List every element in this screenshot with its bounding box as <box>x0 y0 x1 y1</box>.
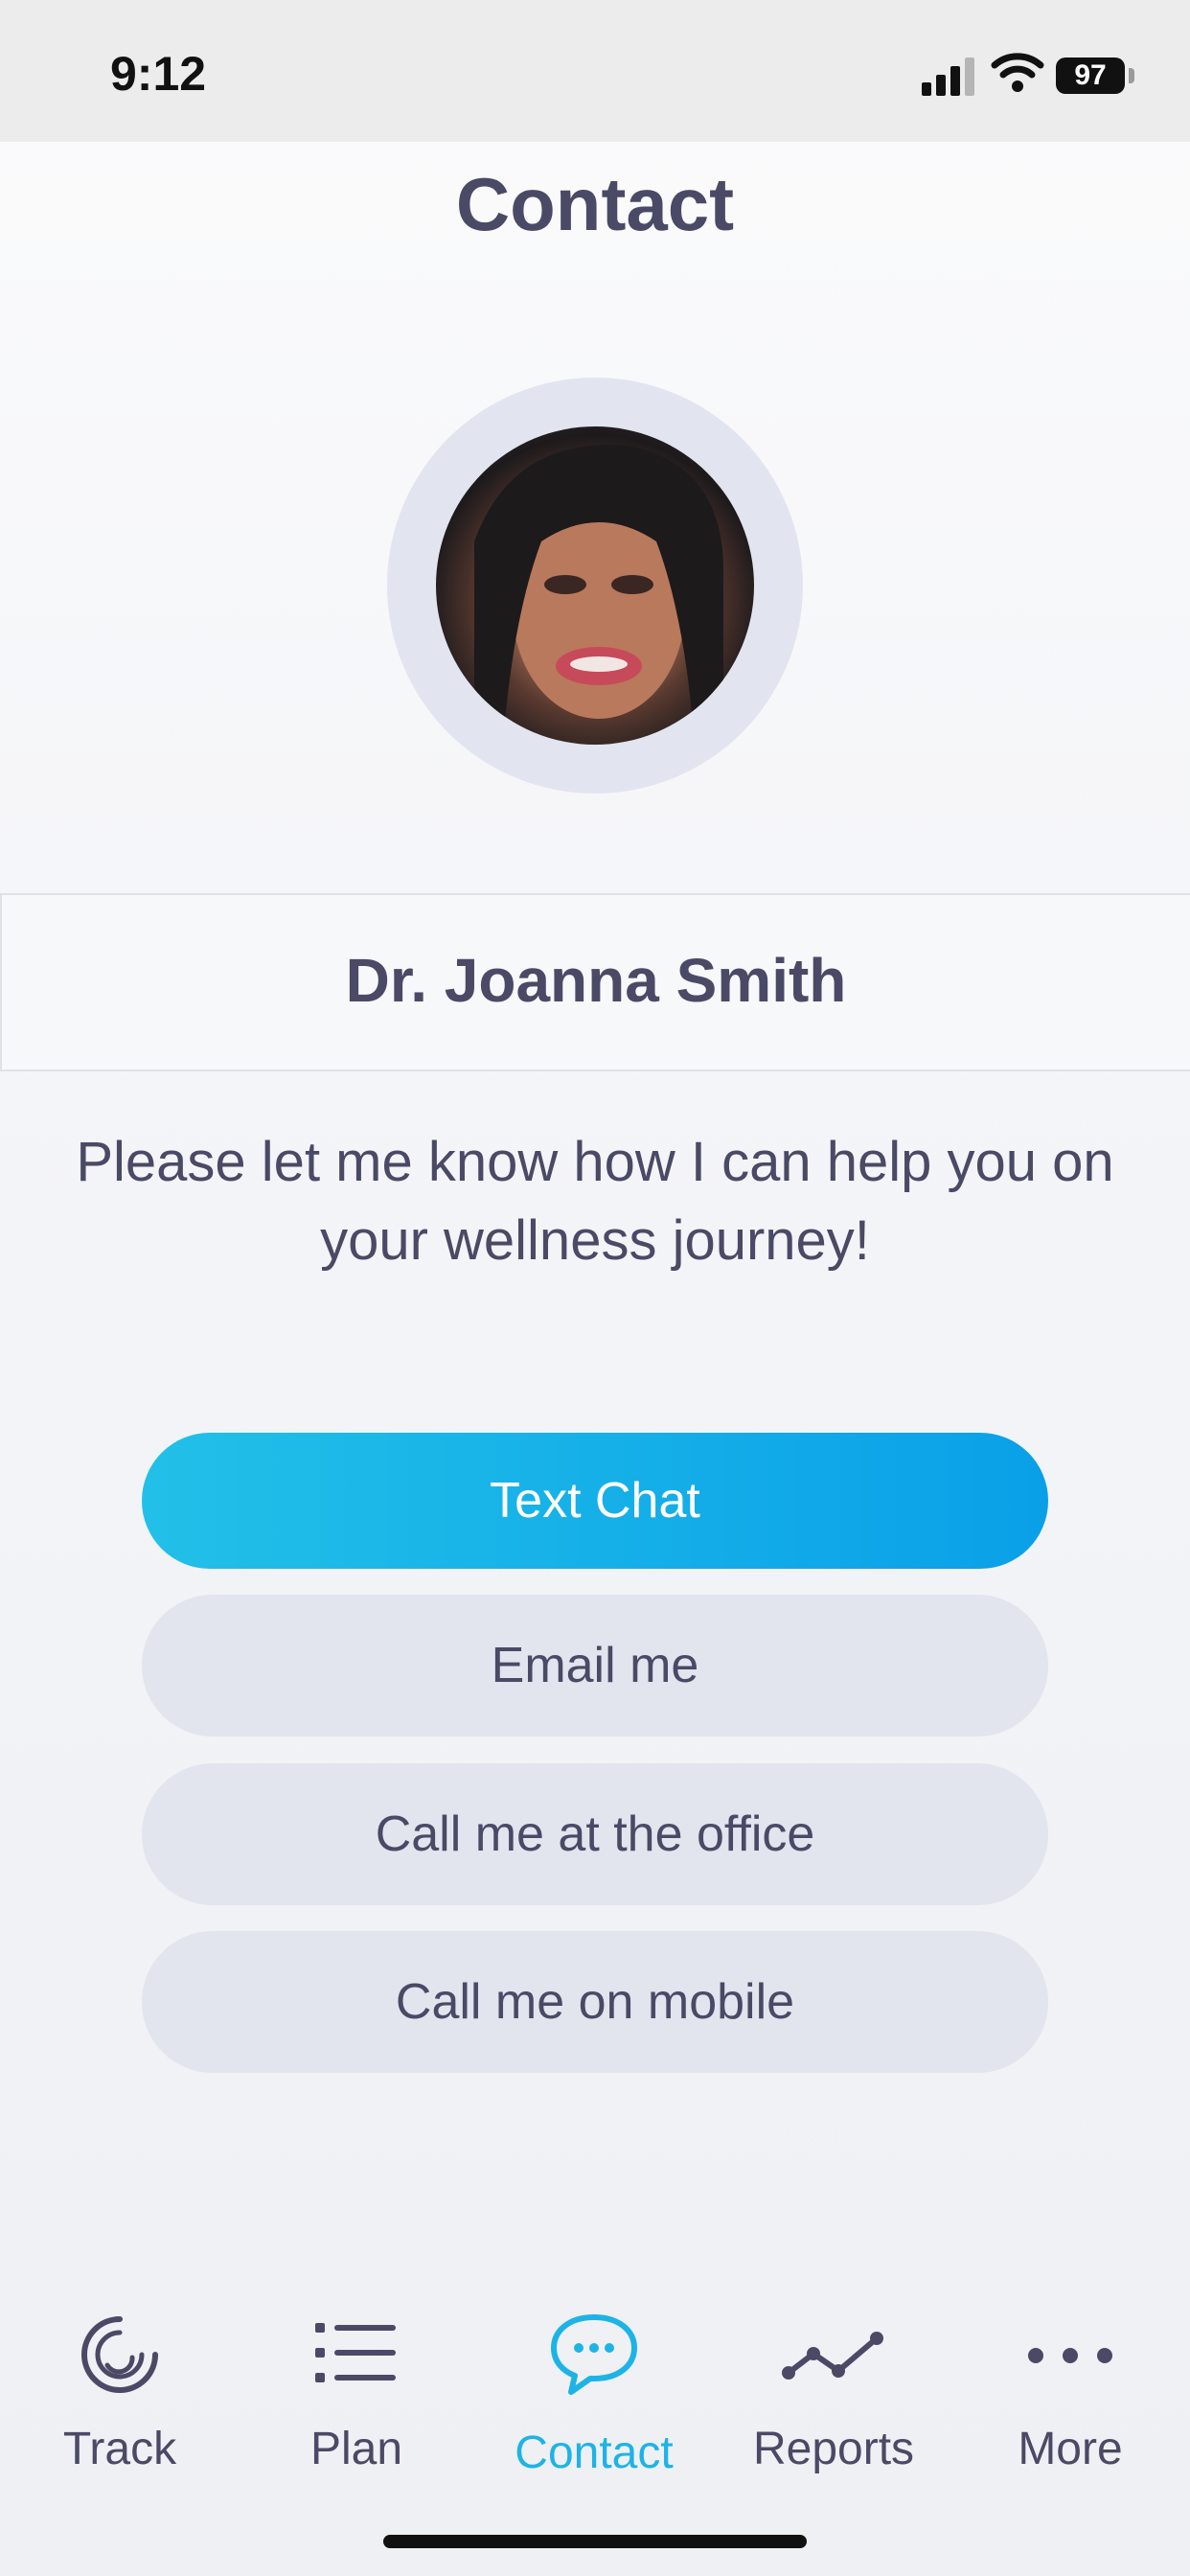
tab-contact-label: Contact <box>515 2427 674 2478</box>
tab-more-label: More <box>1018 2424 1123 2474</box>
tab-reports[interactable]: Reports <box>728 2310 939 2501</box>
text-chat-button[interactable]: Text Chat <box>142 1433 1048 1569</box>
avatar-image <box>474 445 723 745</box>
track-icon <box>81 2316 158 2393</box>
tab-plan[interactable]: Plan <box>251 2310 462 2501</box>
tab-more[interactable]: More <box>965 2310 1176 2501</box>
cellular-signal-icon <box>922 58 974 96</box>
doctor-name-box: Dr. Joanna Smith <box>0 893 1190 1071</box>
home-indicator <box>383 2535 807 2548</box>
call-mobile-button[interactable]: Call me on mobile <box>142 1931 1048 2073</box>
tab-contact[interactable]: Contact <box>489 2310 699 2501</box>
line-chart-icon <box>782 2332 883 2380</box>
avatar <box>436 426 754 745</box>
tab-track[interactable]: Track <box>14 2310 225 2501</box>
welcome-message: Please let me know how I can help you on… <box>76 1131 1114 1272</box>
battery-tip <box>1129 68 1134 83</box>
more-dots-icon <box>1028 2348 1112 2363</box>
tab-reports-label: Reports <box>752 2424 915 2474</box>
chat-bubble-icon <box>551 2314 637 2395</box>
page-title: Contact <box>455 162 735 246</box>
tab-bar: Track Plan Contact Reports More <box>0 2310 1190 2501</box>
email-me-button[interactable]: Email me <box>142 1595 1048 1736</box>
call-office-button[interactable]: Call me at the office <box>142 1763 1048 1905</box>
status-time: 9:12 <box>110 47 207 101</box>
status-bar: 9:12 97 <box>0 0 1190 142</box>
battery-icon: 97 <box>1056 58 1125 94</box>
tab-track-label: Track <box>62 2424 177 2474</box>
doctor-name: Dr. Joanna Smith <box>345 946 847 1015</box>
tab-plan-label: Plan <box>309 2424 403 2474</box>
list-icon <box>315 2323 396 2382</box>
wifi-icon <box>991 53 1044 92</box>
